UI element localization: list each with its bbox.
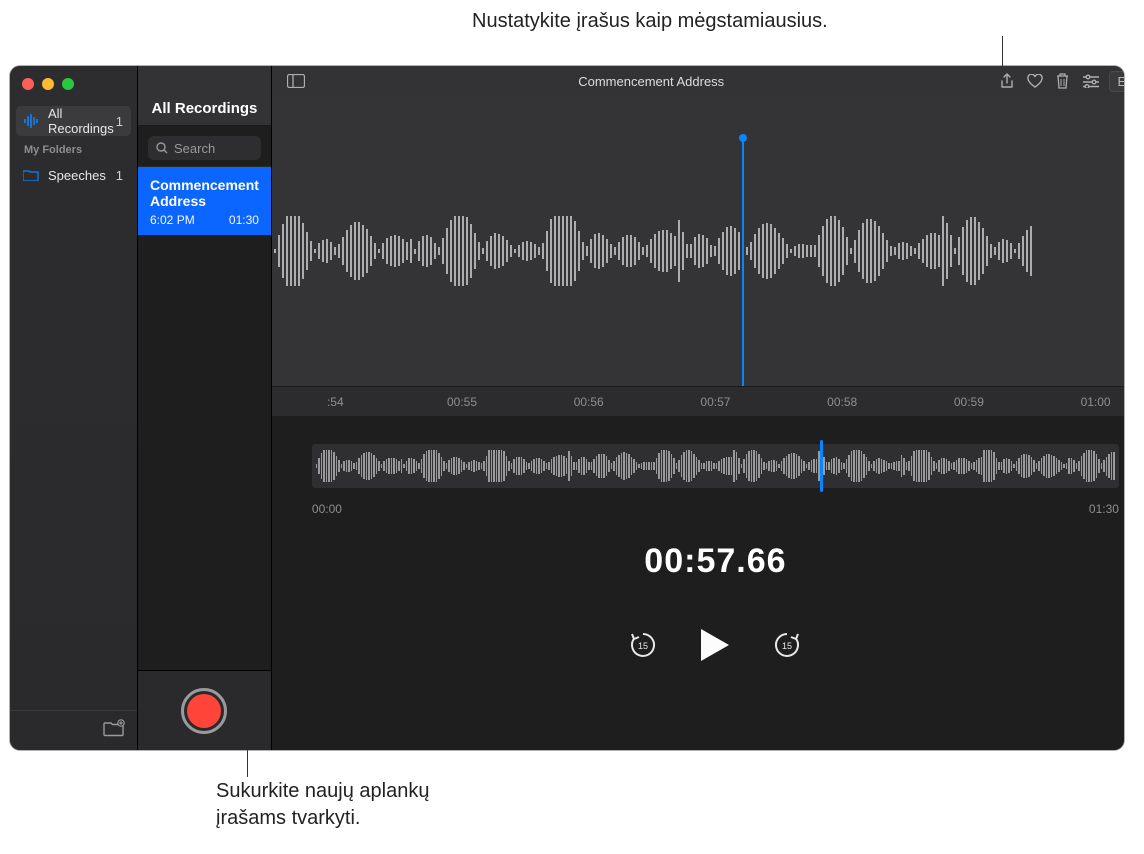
sidebar-item-all-recordings[interactable]: All Recordings 1 <box>16 106 131 136</box>
svg-text:15: 15 <box>782 641 792 651</box>
recordings-list-pane: All Recordings Search Commencement Addre… <box>137 66 272 750</box>
svg-text:15: 15 <box>638 641 648 651</box>
ruler-tick: 00:59 <box>906 395 1033 409</box>
playback-controls: 15 15 <box>272 627 1124 663</box>
sidebar-item-speeches[interactable]: Speeches 1 <box>10 160 137 190</box>
sidebar-item-count: 1 <box>116 168 123 183</box>
sidebar-item-label: All Recordings <box>48 106 116 136</box>
annotation-favorite: Nustatykite įrašus kaip mėgstamiausius. <box>472 8 1112 35</box>
recording-duration: 01:30 <box>229 213 259 227</box>
options-button[interactable] <box>1077 70 1105 92</box>
recordings-list-title: All Recordings <box>138 66 271 126</box>
waveform-main[interactable] <box>272 96 1124 386</box>
recording-time: 6:02 PM <box>150 213 195 227</box>
playhead[interactable] <box>742 138 744 392</box>
favorite-button[interactable] <box>1021 70 1049 92</box>
delete-button[interactable] <box>1049 70 1077 92</box>
waveform-overview[interactable] <box>272 416 1124 496</box>
search-wrap: Search <box>138 126 271 167</box>
record-footer <box>138 670 271 750</box>
search-input[interactable]: Search <box>148 136 261 160</box>
sidebar-item-count: 1 <box>116 114 123 129</box>
overview-playhead[interactable] <box>820 440 823 492</box>
ruler-tick: 00:58 <box>779 395 906 409</box>
ruler-tick: :54 <box>272 395 399 409</box>
sidebar-footer <box>10 710 137 750</box>
waveform-icon <box>24 114 40 128</box>
record-button[interactable] <box>181 688 227 734</box>
window-controls <box>10 66 137 102</box>
ruler-tick: 00:57 <box>652 395 779 409</box>
play-button[interactable] <box>699 627 731 663</box>
edit-button[interactable]: Edit <box>1109 71 1124 92</box>
ruler-tick: 00:55 <box>399 395 526 409</box>
folder-icon <box>22 169 40 181</box>
recording-title: Commencement Address <box>150 177 259 209</box>
sidebar: All Recordings 1 My Folders Speeches 1 <box>10 66 137 750</box>
ruler-tick: 01:00 <box>1032 395 1124 409</box>
share-button[interactable] <box>993 70 1021 92</box>
annotation-leader <box>247 749 248 777</box>
voice-memos-window: All Recordings 1 My Folders Speeches 1 A… <box>10 66 1124 750</box>
zoom-window-button[interactable] <box>62 78 74 90</box>
recording-detail-pane: Commencement Address Edit :54 00:55 00:5… <box>272 66 1124 750</box>
playback-time: 00:57.66 <box>272 542 1124 581</box>
close-window-button[interactable] <box>22 78 34 90</box>
new-folder-button[interactable] <box>103 719 125 742</box>
record-icon <box>187 694 221 728</box>
sidebar-item-label: Speeches <box>48 168 106 183</box>
search-icon <box>156 142 168 154</box>
skip-forward-button[interactable]: 15 <box>771 629 803 661</box>
titlebar: Commencement Address Edit <box>272 66 1124 96</box>
sidebar-list: All Recordings 1 My Folders Speeches 1 <box>10 102 137 710</box>
annotation-new-folder: Sukurkite naujų aplankų įrašams tvarkyti… <box>216 778 429 832</box>
recording-list-item[interactable]: Commencement Address 6:02 PM 01:30 <box>138 167 271 235</box>
minimize-window-button[interactable] <box>42 78 54 90</box>
search-placeholder: Search <box>174 141 215 156</box>
overview-start-label: 00:00 <box>312 502 342 516</box>
overview-labels: 00:00 01:30 <box>272 496 1124 516</box>
time-ruler[interactable]: :54 00:55 00:56 00:57 00:58 00:59 01:00 <box>272 386 1124 416</box>
skip-back-button[interactable]: 15 <box>627 629 659 661</box>
ruler-tick: 00:56 <box>525 395 652 409</box>
toggle-sidebar-button[interactable] <box>282 70 310 92</box>
overview-end-label: 01:30 <box>1089 502 1119 516</box>
detail-title: Commencement Address <box>310 74 993 89</box>
sidebar-folders-header: My Folders <box>10 136 137 160</box>
